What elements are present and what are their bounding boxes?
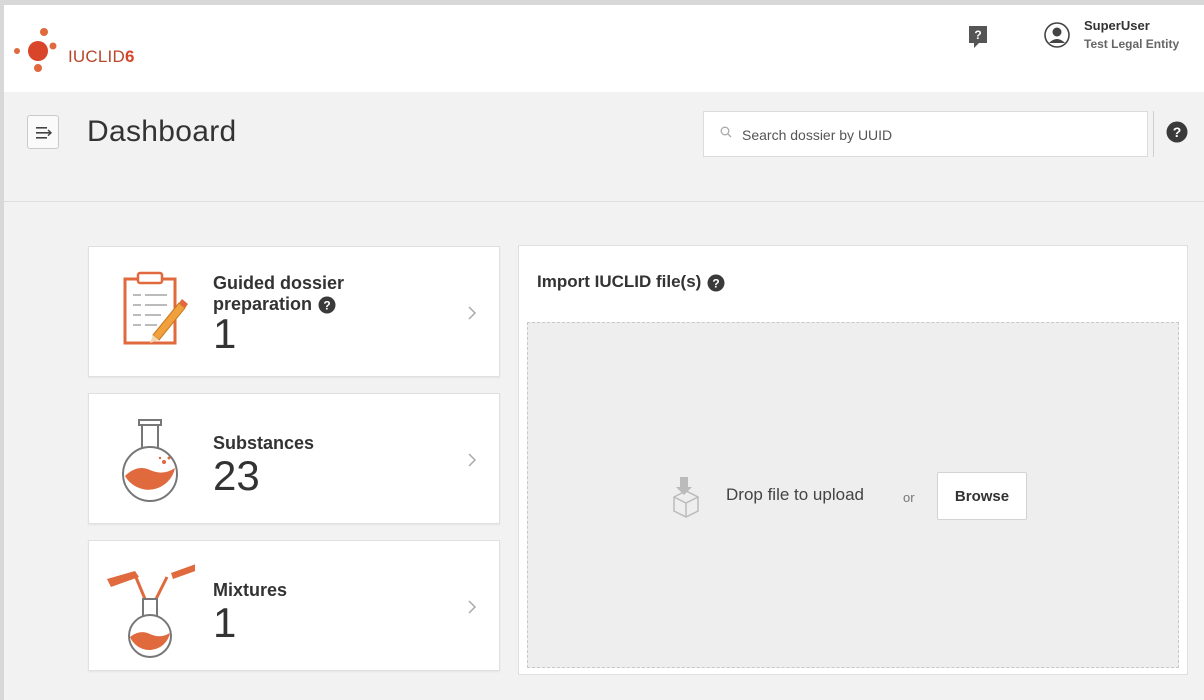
help-icon[interactable]: ? — [318, 296, 336, 314]
search-input[interactable] — [740, 124, 1124, 146]
import-title: Import IUCLID file(s)? — [537, 272, 725, 292]
search-box — [703, 111, 1148, 157]
clipboard-pencil-icon — [123, 271, 188, 345]
svg-text:?: ? — [713, 276, 720, 290]
card-count: 1 — [213, 599, 237, 646]
help-icon[interactable]: ? — [1166, 121, 1188, 143]
card-label: Mixtures — [213, 580, 288, 600]
or-text: or — [903, 490, 915, 505]
browse-button[interactable]: Browse — [937, 472, 1027, 520]
card-label: Guided dossier preparation? — [213, 273, 345, 314]
top-bar: IUCLID6 ? SuperUser Test Legal Entity — [4, 5, 1204, 92]
upload-box-icon — [673, 477, 699, 518]
guided-dossier-card[interactable]: Guided dossier preparation? 1 — [88, 246, 500, 377]
header-separator — [4, 201, 1204, 202]
menu-icon — [36, 127, 52, 139]
svg-text:?: ? — [974, 28, 981, 42]
search-icon — [720, 126, 732, 138]
user-name[interactable]: SuperUser — [1084, 18, 1150, 33]
import-panel: Import IUCLID file(s)? Drop file to uplo… — [518, 245, 1188, 675]
help-icon[interactable]: ? — [707, 274, 725, 292]
flask-icon — [122, 419, 178, 502]
user-legal-entity[interactable]: Test Legal Entity — [1084, 37, 1179, 51]
chevron-right-icon[interactable] — [467, 599, 477, 615]
header-divider — [1153, 111, 1154, 157]
file-dropzone[interactable]: Drop file to upload or Browse — [527, 322, 1179, 668]
chevron-right-icon[interactable] — [467, 305, 477, 321]
menu-toggle-button[interactable] — [27, 115, 59, 149]
drop-text: Drop file to upload — [726, 485, 864, 504]
mixtures-card[interactable]: Mixtures 1 — [88, 540, 500, 671]
card-count: 1 — [213, 310, 237, 357]
page-title: Dashboard — [87, 115, 237, 148]
app-window: IUCLID6 ? SuperUser Test Legal Entity Da… — [0, 0, 1204, 700]
chevron-right-icon[interactable] — [467, 452, 477, 468]
iuclid-logo[interactable]: IUCLID6 — [12, 25, 152, 85]
substances-card[interactable]: Substances 23 — [88, 393, 500, 524]
svg-text:?: ? — [1173, 124, 1182, 140]
user-avatar-icon[interactable] — [1044, 22, 1070, 48]
logo-molecule-icon — [14, 28, 57, 72]
mixing-flasks-icon — [107, 564, 195, 658]
logo-text: IUCLID6 — [68, 47, 135, 66]
svg-text:?: ? — [323, 299, 330, 313]
card-label: Substances — [213, 433, 315, 453]
card-count: 23 — [213, 452, 260, 499]
feedback-question-icon[interactable]: ? — [967, 25, 989, 49]
